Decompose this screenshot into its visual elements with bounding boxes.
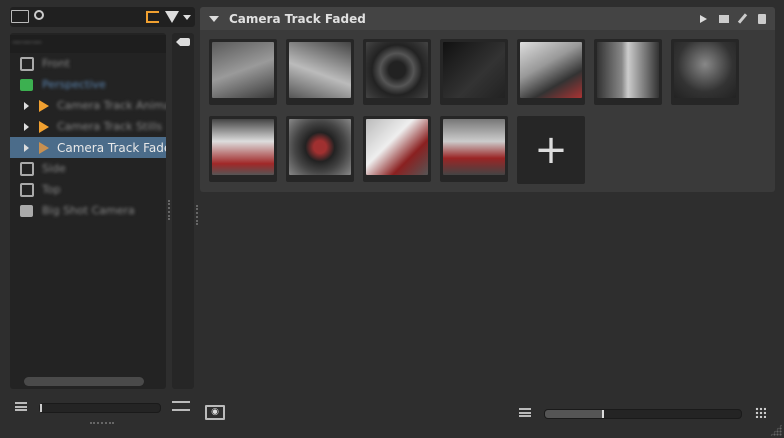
- track-title: Camera Track Faded: [229, 11, 366, 26]
- expand-icon[interactable]: [24, 122, 29, 131]
- tree-item-big-shot-camera[interactable]: Big Shot Camera: [10, 200, 166, 221]
- horizontal-scrollbar[interactable]: [24, 377, 144, 386]
- camera-track-icon: [39, 141, 49, 154]
- thumbnail-image: [366, 119, 428, 175]
- tree-item-front[interactable]: Front: [10, 53, 166, 74]
- plus-icon: +: [534, 127, 568, 173]
- tree-item-camera-track-faded[interactable]: Camera Track Faded: [10, 137, 166, 158]
- tree-item-camera-track[interactable]: Camera Track Stills: [10, 116, 166, 137]
- edit-pencil-icon[interactable]: [737, 13, 748, 24]
- tree-item-perspective[interactable]: Perspective: [10, 74, 166, 95]
- thumbnail-image: [597, 42, 659, 98]
- collapse-icon[interactable]: [209, 15, 219, 22]
- shot-thumbnail-wheel[interactable]: [363, 39, 431, 105]
- collapse-list-icon[interactable]: [172, 401, 190, 411]
- shot-thumbnail-car-front-detail[interactable]: [286, 39, 354, 105]
- tag-icon[interactable]: [176, 38, 190, 46]
- resize-grip[interactable]: [90, 422, 114, 424]
- camera-track-icon: [39, 120, 49, 133]
- shot-thumbnail-headlight[interactable]: [440, 39, 508, 105]
- thumbnail-image: [212, 42, 274, 98]
- splitter-handle[interactable]: [168, 200, 170, 220]
- add-view-icon[interactable]: ◉: [205, 405, 225, 420]
- thumbnail-size-slider[interactable]: [544, 409, 742, 419]
- thumbnail-image: [366, 42, 428, 98]
- camera-cube-icon: [20, 161, 34, 176]
- camera-cube-icon: [20, 56, 34, 71]
- play-icon[interactable]: [700, 14, 707, 23]
- thumbnail-image: [520, 42, 582, 98]
- chevron-down-icon[interactable]: [183, 15, 191, 20]
- camera-cube-icon: [20, 182, 34, 197]
- delete-trash-icon[interactable]: [758, 13, 766, 24]
- shot-thumbnail-steering-wheel[interactable]: [286, 116, 354, 182]
- camera-track-header: Camera Track Faded: [200, 7, 775, 30]
- camera-icon: [20, 204, 33, 217]
- shot-thumbnail-car-side-detail[interactable]: [517, 39, 585, 105]
- camera-track-icon: [39, 99, 49, 112]
- perspective-camera-icon: [20, 78, 33, 91]
- menu-icon[interactable]: [15, 402, 27, 411]
- filter-icon[interactable]: [165, 11, 179, 23]
- outliner-zoom-slider[interactable]: [39, 403, 161, 413]
- shot-thumbnail-car-front-3q[interactable]: [209, 39, 277, 105]
- thumbnail-image: [674, 42, 736, 98]
- shot-thumbnail-seat[interactable]: [363, 116, 431, 182]
- search-icon[interactable]: [34, 10, 44, 20]
- grid-view-icon[interactable]: [755, 407, 766, 418]
- shot-thumbnail-interior-seats[interactable]: [440, 116, 508, 182]
- tag-column: [172, 33, 194, 389]
- outliner-tree: ——— Front Perspective Camera Track Anima…: [10, 33, 166, 389]
- thumbnail-image: [289, 119, 351, 175]
- tree-item-camera-track[interactable]: Camera Track Animation: [10, 95, 166, 116]
- shot-thumbnail-taillight[interactable]: [594, 39, 662, 105]
- shot-thumbnail-interior-dash[interactable]: [209, 116, 277, 182]
- thumbnail-image: [212, 119, 274, 175]
- tree-item-side[interactable]: Side: [10, 158, 166, 179]
- thumbnail-image: [443, 119, 505, 175]
- zoom-to-selection-icon[interactable]: [11, 10, 29, 23]
- search-input[interactable]: [48, 9, 143, 25]
- clapperboard-icon[interactable]: [719, 14, 729, 23]
- expand-icon[interactable]: [24, 101, 29, 110]
- expand-icon[interactable]: [24, 143, 29, 152]
- tree-item-top[interactable]: Top: [10, 179, 166, 200]
- shot-thumbnail-car-rear[interactable]: [671, 39, 739, 105]
- thumbnail-image: [443, 42, 505, 98]
- splitter-handle[interactable]: [196, 205, 198, 225]
- menu-icon[interactable]: [519, 408, 531, 417]
- resize-corner-icon: [770, 424, 782, 436]
- thumbnail-image: [289, 42, 351, 98]
- search-bar: [10, 7, 195, 27]
- hierarchy-icon[interactable]: [146, 11, 159, 23]
- add-shot-button[interactable]: +: [517, 116, 585, 184]
